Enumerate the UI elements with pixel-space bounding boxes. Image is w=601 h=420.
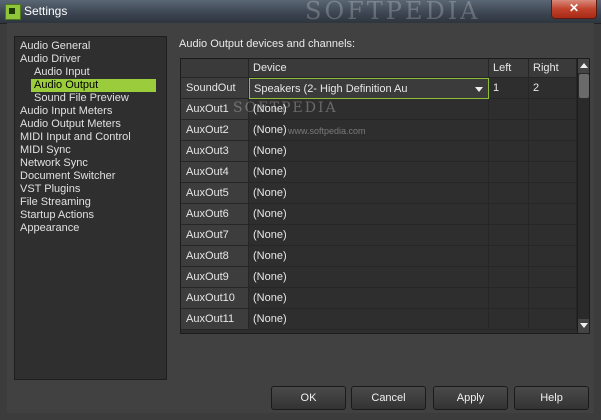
device-cell-auxout6[interactable]: (None) — [249, 204, 489, 225]
nav-item-file-streaming[interactable]: File Streaming — [17, 196, 94, 209]
device-value: (None) — [253, 313, 287, 325]
device-cell-auxout2[interactable]: (None) — [249, 120, 489, 141]
row-header-auxout4[interactable]: AuxOut4 — [181, 162, 249, 183]
left-channel-cell-auxout10[interactable] — [489, 288, 529, 309]
right-channel-cell-auxout2[interactable] — [529, 120, 577, 141]
scroll-up-arrow-icon[interactable] — [578, 59, 589, 73]
apply-button[interactable]: Apply — [433, 386, 508, 410]
grid-vertical-scrollbar[interactable] — [577, 59, 589, 333]
column-header-left[interactable]: Left — [489, 59, 529, 78]
nav-item-appearance[interactable]: Appearance — [17, 222, 82, 235]
row-header-auxout9[interactable]: AuxOut9 — [181, 267, 249, 288]
nav-item-audio-output-meters[interactable]: Audio Output Meters — [17, 118, 124, 131]
device-value: (None) — [253, 250, 287, 262]
close-button[interactable]: ✕ — [551, 0, 597, 19]
left-channel-cell-auxout1[interactable] — [489, 99, 529, 120]
device-value: (None) — [253, 166, 287, 178]
device-value: (None) — [253, 124, 287, 136]
grid-corner-header — [181, 59, 249, 78]
title-bar: Settings SOFTPEDIA ✕ — [0, 0, 601, 25]
left-channel-cell-auxout4[interactable] — [489, 162, 529, 183]
nav-item-midi-input-and-control[interactable]: MIDI Input and Control — [17, 131, 134, 144]
right-channel-cell-auxout7[interactable] — [529, 225, 577, 246]
settings-category-tree: Audio General Audio Driver Audio Input Audi… — [14, 36, 167, 380]
nav-item-sound-file-preview[interactable]: Sound File Preview — [31, 92, 132, 105]
device-cell-auxout9[interactable]: (None) — [249, 267, 489, 288]
row-header-auxout8[interactable]: AuxOut8 — [181, 246, 249, 267]
device-cell-auxout4[interactable]: (None) — [249, 162, 489, 183]
row-header-soundout[interactable]: SoundOut — [181, 78, 249, 99]
device-value: (None) — [253, 229, 287, 241]
right-channel-cell-auxout5[interactable] — [529, 183, 577, 204]
softpedia-watermark: SOFTPEDIA — [305, 0, 481, 25]
right-channel-cell-auxout11[interactable] — [529, 309, 577, 330]
panel-label: Audio Output devices and channels: — [179, 38, 356, 50]
device-value: (None) — [253, 271, 287, 283]
column-header-device[interactable]: Device — [249, 59, 489, 78]
device-cell-auxout5[interactable]: (None) — [249, 183, 489, 204]
row-header-auxout10[interactable]: AuxOut10 — [181, 288, 249, 309]
row-header-auxout5[interactable]: AuxOut5 — [181, 183, 249, 204]
nav-item-audio-input[interactable]: Audio Input — [31, 66, 93, 79]
device-cell-auxout11[interactable]: (None) — [249, 309, 489, 330]
nav-item-midi-sync[interactable]: MIDI Sync — [17, 144, 74, 157]
right-channel-cell-auxout1[interactable] — [529, 99, 577, 120]
right-channel-cell-auxout6[interactable] — [529, 204, 577, 225]
nav-item-audio-general[interactable]: Audio General — [17, 40, 93, 53]
right-channel-cell-auxout10[interactable] — [529, 288, 577, 309]
right-channel-cell-auxout8[interactable] — [529, 246, 577, 267]
row-header-auxout3[interactable]: AuxOut3 — [181, 141, 249, 162]
row-header-auxout2[interactable]: AuxOut2 — [181, 120, 249, 141]
scroll-down-arrow-icon[interactable] — [578, 319, 589, 333]
left-channel-cell-auxout7[interactable] — [489, 225, 529, 246]
grid-watermark: SOFTPEDIA — [233, 100, 338, 116]
column-header-right[interactable]: Right — [529, 59, 577, 78]
left-channel-cell-auxout3[interactable] — [489, 141, 529, 162]
nav-item-document-switcher[interactable]: Document Switcher — [17, 170, 118, 183]
device-cell-auxout10[interactable]: (None) — [249, 288, 489, 309]
help-button[interactable]: Help — [514, 386, 589, 410]
left-channel-cell-auxout2[interactable] — [489, 120, 529, 141]
device-cell-auxout7[interactable]: (None) — [249, 225, 489, 246]
nav-item-audio-output[interactable]: Audio Output — [31, 79, 156, 92]
nav-item-startup-actions[interactable]: Startup Actions — [17, 209, 97, 222]
device-value: (None) — [253, 208, 287, 220]
left-channel-cell-soundout[interactable]: 1 — [489, 78, 529, 99]
left-channel-cell-auxout5[interactable] — [489, 183, 529, 204]
dropdown-arrow-icon[interactable] — [475, 87, 483, 92]
right-channel-cell-auxout4[interactable] — [529, 162, 577, 183]
row-header-auxout11[interactable]: AuxOut11 — [181, 309, 249, 330]
nav-item-audio-driver[interactable]: Audio Driver — [17, 53, 84, 66]
left-channel-cell-auxout11[interactable] — [489, 309, 529, 330]
device-value: Speakers (2- High Definition Au — [254, 83, 408, 95]
cancel-button[interactable]: Cancel — [351, 386, 426, 410]
nav-item-network-sync[interactable]: Network Sync — [17, 157, 91, 170]
nav-item-audio-input-meters[interactable]: Audio Input Meters — [17, 105, 115, 118]
left-channel-cell-auxout8[interactable] — [489, 246, 529, 267]
right-channel-cell-auxout9[interactable] — [529, 267, 577, 288]
device-value: (None) — [253, 292, 287, 304]
right-channel-cell-soundout[interactable]: 2 — [529, 78, 577, 99]
right-channel-cell-auxout3[interactable] — [529, 141, 577, 162]
device-cell-auxout3[interactable]: (None) — [249, 141, 489, 162]
scroll-thumb[interactable] — [579, 74, 589, 98]
device-cell-auxout8[interactable]: (None) — [249, 246, 489, 267]
device-value: (None) — [253, 145, 287, 157]
dialog-client: Audio General Audio Driver Audio Input Audi… — [7, 23, 594, 413]
device-cell-soundout[interactable]: Speakers (2- High Definition Au — [249, 78, 489, 99]
app-icon — [5, 4, 21, 20]
left-channel-cell-auxout9[interactable] — [489, 267, 529, 288]
window-title: Settings — [24, 4, 68, 18]
device-value: (None) — [253, 187, 287, 199]
row-header-auxout6[interactable]: AuxOut6 — [181, 204, 249, 225]
left-channel-cell-auxout6[interactable] — [489, 204, 529, 225]
grid-watermark-url: www.softpedia.com — [288, 126, 366, 136]
row-header-auxout7[interactable]: AuxOut7 — [181, 225, 249, 246]
nav-item-vst-plugins[interactable]: VST Plugins — [17, 183, 83, 196]
ok-button[interactable]: OK — [271, 386, 346, 410]
